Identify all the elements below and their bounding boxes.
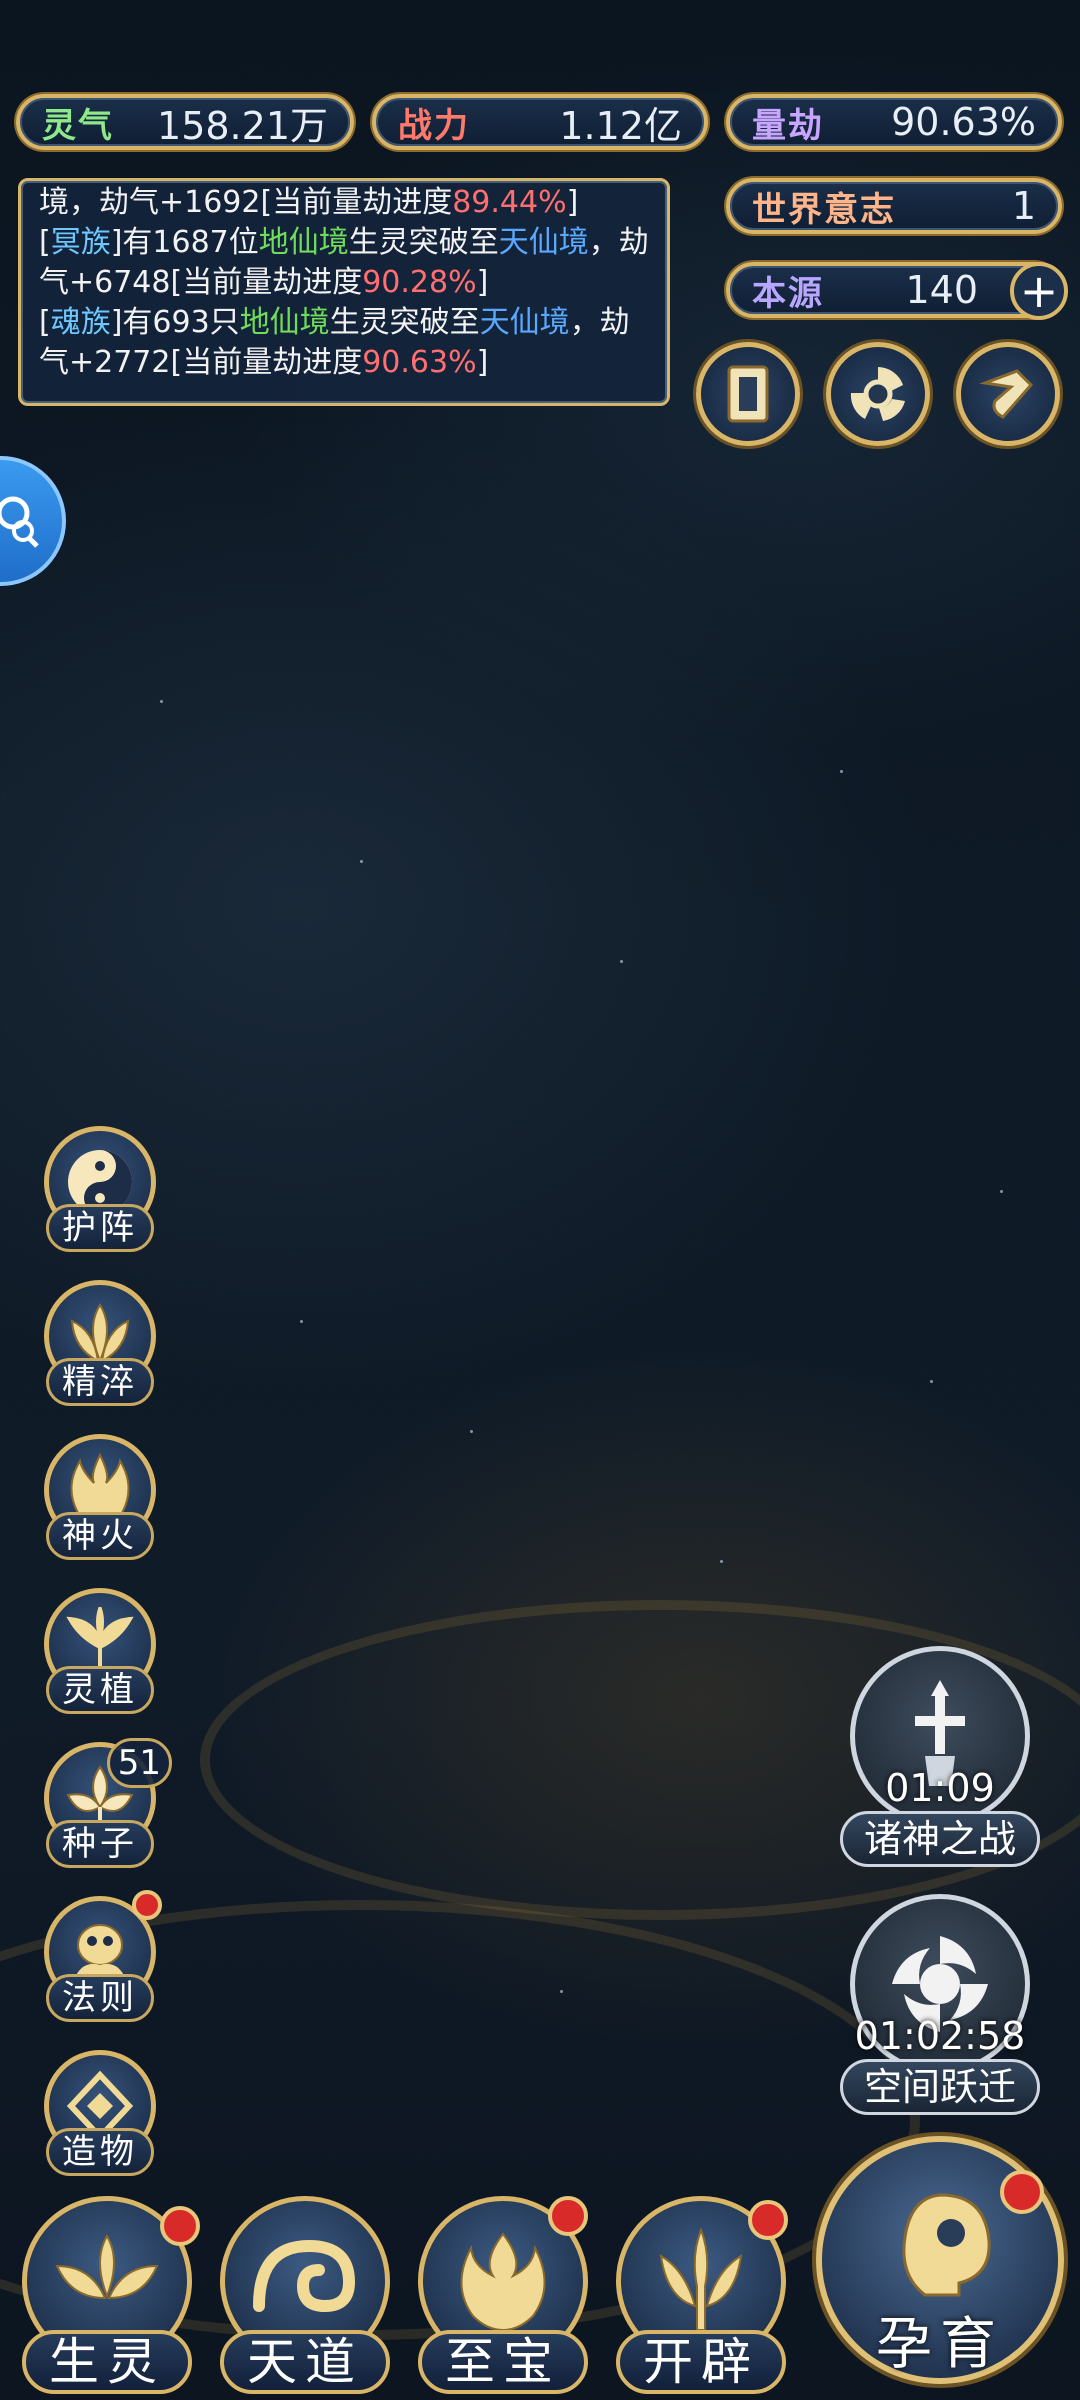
side-item-zhongzi[interactable]: 种子 51 <box>38 1738 172 1872</box>
nav-tiandao[interactable]: 天道 <box>210 2196 400 2400</box>
side-item-shenhuo[interactable]: 神火 <box>38 1434 166 1564</box>
realm-to: 天仙境 <box>479 305 570 340</box>
log-text: ]有693只 <box>110 305 240 340</box>
side-item-label: 造物 <box>46 2128 154 2176</box>
side-item-label: 精淬 <box>46 1358 154 1406</box>
shijie-value: 1 <box>1011 184 1036 228</box>
log-text: ] <box>476 265 489 300</box>
card-icon <box>727 365 769 423</box>
shijie-stat[interactable]: 世界意志 1 <box>726 178 1062 234</box>
lingqi-value: 158.21万 <box>157 103 328 148</box>
event-name: 空间跃迁 <box>840 2059 1040 2115</box>
liangjie-label: 量劫 <box>752 105 824 146</box>
vortex-icon <box>850 367 905 421</box>
benyuan-stat[interactable]: 本源 140 + <box>726 262 1068 320</box>
nav-label: 天道 <box>220 2330 390 2394</box>
wave-icon <box>253 2239 356 2313</box>
event-timer: 01:02:58 <box>854 2014 1026 2058</box>
lingqi-stat: 灵气 158.21万 <box>16 94 354 150</box>
treasure-flame-icon <box>460 2232 546 2332</box>
nav-label: 至宝 <box>418 2330 588 2394</box>
log-text: ]有1687位 <box>110 225 259 260</box>
vortex-button[interactable] <box>826 342 930 446</box>
event-timer: 01:09 <box>885 1766 995 1810</box>
notification-dot <box>160 2206 200 2246</box>
search-tab[interactable] <box>0 456 66 586</box>
scroll-icon <box>979 369 1034 419</box>
log-line: [魂族]有693只地仙境生灵突破至天仙境，劫气+2772[当前量劫进度90.63… <box>39 303 649 383</box>
card-button[interactable] <box>696 342 800 446</box>
zhanli-label: 战力 <box>398 105 470 146</box>
zhanli-value: 1.12亿 <box>559 103 682 148</box>
realm-from: 地仙境 <box>258 225 349 260</box>
side-item-label: 灵植 <box>46 1666 154 1714</box>
side-item-zaowu[interactable]: 造物 <box>38 2050 166 2180</box>
scroll-button[interactable] <box>956 342 1060 446</box>
side-item-label: 法则 <box>46 1974 154 2022</box>
log-text: [ <box>39 305 51 340</box>
lingqi-label: 灵气 <box>42 105 114 146</box>
nav-shengling[interactable]: 生灵 <box>12 2196 202 2400</box>
nav-label: 生灵 <box>22 2330 192 2394</box>
log-line: 境，劫气+1692[当前量劫进度89.44%] <box>39 183 649 223</box>
event-zhushen[interactable]: 01:09 诸神之战 <box>840 1646 1040 1867</box>
benyuan-value: 140 <box>905 268 978 312</box>
event-kongjian[interactable]: 01:02:58 空间跃迁 <box>840 1894 1040 2115</box>
flame-tree-icon <box>659 2227 743 2331</box>
benyuan-label: 本源 <box>752 273 824 314</box>
liangjie-value: 90.63% <box>891 100 1036 144</box>
side-item-label: 神火 <box>46 1512 154 1560</box>
notification-dot <box>748 2200 788 2240</box>
liangjie-stat[interactable]: 量劫 90.63% <box>726 94 1062 150</box>
nav-kaipi[interactable]: 开辟 <box>606 2196 796 2400</box>
progress-pct: 90.28% <box>362 265 477 300</box>
race-name: 魂族 <box>50 305 111 340</box>
side-item-huzhen[interactable]: 护阵 <box>38 1126 166 1256</box>
seed-count-badge: 51 <box>106 1738 172 1788</box>
side-item-jingcui[interactable]: 精淬 <box>38 1280 166 1410</box>
zhanli-stat: 战力 1.12亿 <box>372 94 708 150</box>
shijie-label: 世界意志 <box>752 189 896 230</box>
nav-label: 开辟 <box>616 2330 786 2394</box>
log-text: 生灵突破至 <box>329 305 480 340</box>
nav-zhibao[interactable]: 至宝 <box>408 2196 598 2400</box>
log-text: ] <box>476 345 489 380</box>
phoenix-icon <box>55 2234 159 2300</box>
log-line: [冥族]有1687位地仙境生灵突破至天仙境，劫气+6748[当前量劫进度90.2… <box>39 223 649 303</box>
progress-pct: 90.63% <box>362 345 477 380</box>
realm-from: 地仙境 <box>239 305 330 340</box>
nav-yunyu[interactable]: 孕育 <box>812 2136 1068 2400</box>
nav-label: 孕育 <box>876 2312 1004 2377</box>
search-icon <box>0 496 39 548</box>
notification-dot <box>1000 2170 1044 2214</box>
event-log[interactable]: 境，劫气+1692[当前量劫进度89.44%] [冥族]有1687位地仙境生灵突… <box>18 178 670 406</box>
side-item-label: 种子 <box>46 1820 154 1868</box>
log-text: ] <box>566 185 579 220</box>
log-text: 生灵突破至 <box>348 225 499 260</box>
race-name: 冥族 <box>50 225 111 260</box>
realm-to: 天仙境 <box>498 225 589 260</box>
notification-dot <box>548 2196 588 2236</box>
side-item-label: 护阵 <box>46 1204 154 1252</box>
event-name: 诸神之战 <box>840 1811 1040 1867</box>
log-text: [ <box>39 225 51 260</box>
progress-pct: 89.44% <box>452 185 567 220</box>
add-benyuan-button[interactable]: + <box>1010 262 1068 320</box>
notification-dot <box>132 1890 162 1920</box>
side-item-faze[interactable]: 法则 <box>38 1890 166 2026</box>
side-item-lingzhi[interactable]: 灵植 <box>38 1588 166 1718</box>
log-text: 境，劫气+1692[当前量劫进度 <box>39 185 453 220</box>
